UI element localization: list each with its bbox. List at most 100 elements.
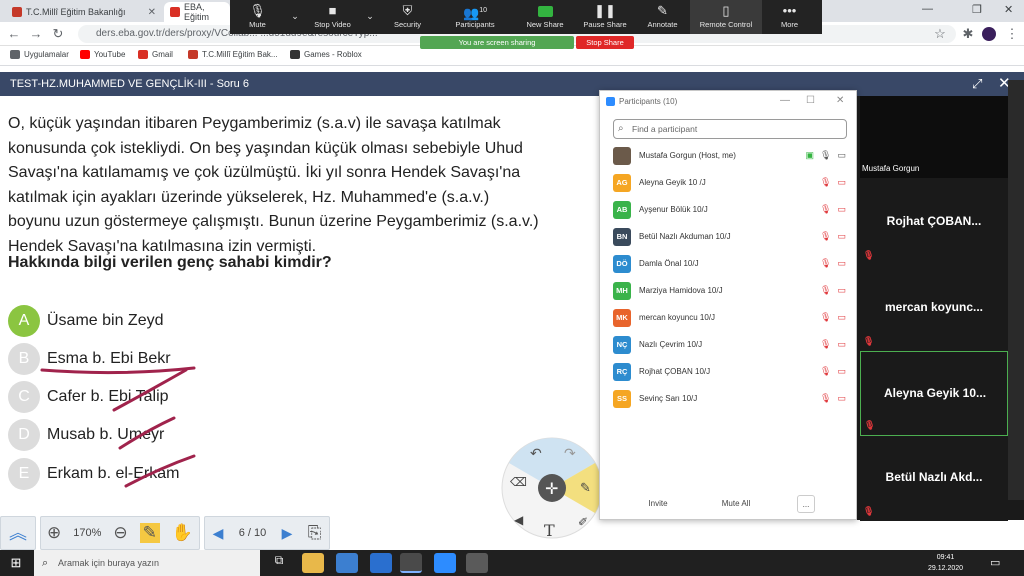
- new-share-button[interactable]: New Share: [515, 0, 575, 34]
- bookmark-apps[interactable]: Uygulamalar: [10, 50, 69, 59]
- forward-arrow-icon[interactable]: →: [28, 26, 44, 42]
- zoom-level: 170%: [73, 527, 102, 539]
- browser-tab-active[interactable]: EBA, Eğitim: [164, 2, 230, 22]
- participant-row[interactable]: BN Betül Nazlı Akduman 10/J 🎙 ▭: [600, 223, 856, 250]
- hand-icon[interactable]: ✋: [172, 523, 193, 543]
- add-page-icon[interactable]: ⎘: [308, 523, 322, 543]
- option-text: Erkam b. el-Erkam: [47, 465, 180, 482]
- participant-row[interactable]: SS Sevinç Sarı 10/J 🎙 ▭: [600, 385, 856, 412]
- video-tile-active[interactable]: Aleyna Geyik 10... 🎙: [860, 351, 1008, 436]
- video-tile[interactable]: Rojhat ÇOBAN... 🎙: [860, 180, 1008, 265]
- pause-share-button[interactable]: ❚❚ Pause Share: [575, 0, 635, 34]
- next-page-icon[interactable]: ▶: [282, 525, 293, 542]
- annotate-button[interactable]: ✎ Annotate: [635, 0, 690, 34]
- taskbar-clock[interactable]: 09:41 29.12.2020: [928, 552, 963, 574]
- option-letter: B: [8, 343, 40, 375]
- annotation-tool-wheel[interactable]: ↶ ↷ ✎ ⌫ ◀ T ✐ ✛: [500, 436, 604, 540]
- video-tile[interactable]: mercan koyunc... 🎙: [860, 266, 1008, 351]
- mute-button[interactable]: 🎙 Mute: [230, 0, 285, 34]
- avatar: DÖ: [613, 254, 631, 273]
- video-strip-scrollbar[interactable]: [1008, 80, 1024, 500]
- mail-icon[interactable]: [370, 553, 392, 573]
- participant-search-input[interactable]: Find a participant: [613, 119, 847, 139]
- mic-muted-icon: 🎙: [820, 339, 832, 349]
- remote-control-button[interactable]: ▯ Remote Control: [690, 0, 762, 34]
- participant-name: Rojhat ÇOBAN 10/J: [639, 367, 711, 376]
- invite-button[interactable]: Invite: [640, 495, 676, 513]
- more-dots-icon: •••: [782, 3, 797, 18]
- more-button[interactable]: ••• More: [762, 0, 817, 34]
- tile-name: mercan koyunc...: [884, 300, 984, 314]
- bookmark-meb[interactable]: T.C.Millî Eğitim Bak...: [188, 50, 278, 59]
- participant-name: mercan koyuncu 10/J: [639, 313, 716, 322]
- task-view-icon[interactable]: ⧉: [268, 553, 290, 573]
- security-button[interactable]: ⛨ Security: [380, 0, 435, 34]
- camera-off-icon: ▭: [837, 393, 846, 403]
- fullscreen-icon[interactable]: ⤢: [972, 76, 982, 92]
- zoom-in-icon[interactable]: ⊕: [47, 523, 61, 543]
- pencil-icon[interactable]: ✎: [139, 523, 160, 543]
- window-close-icon[interactable]: ✕: [1004, 3, 1013, 16]
- zoom-app-icon[interactable]: [434, 553, 456, 573]
- participant-row[interactable]: DÖ Damla Önal 10/J 🎙 ▭: [600, 250, 856, 277]
- participant-row[interactable]: RÇ Rojhat ÇOBAN 10/J 🎙 ▭: [600, 358, 856, 385]
- video-tile[interactable]: Betül Nazlı Akd... 🎙: [860, 436, 1008, 521]
- bookmark-star-icon[interactable]: ☆: [932, 26, 948, 42]
- maximize-icon[interactable]: ☐: [806, 95, 815, 106]
- menu-dots-icon[interactable]: ⋮: [1004, 26, 1020, 42]
- participant-row[interactable]: MH Marziya Hamidova 10/J 🎙 ▭: [600, 277, 856, 304]
- participant-row-host[interactable]: Mustafa Gorgun (Host, me) ▣ 🎙 ▭: [600, 142, 856, 169]
- notifications-icon[interactable]: ▭: [990, 556, 1000, 569]
- bookmarks-bar: Uygulamalar YouTube Gmail T.C.Millî Eğit…: [0, 46, 1024, 66]
- participant-status: 🎙 ▭: [820, 177, 846, 188]
- participant-row[interactable]: AG Aleyna Geyik 10 /J 🎙 ▭: [600, 169, 856, 196]
- video-options-caret[interactable]: ⌄: [360, 0, 380, 34]
- share-screen-icon: [515, 3, 575, 20]
- profile-avatar[interactable]: [982, 27, 996, 41]
- window-minimize-icon[interactable]: —: [922, 3, 933, 15]
- bookmark-youtube[interactable]: YouTube: [80, 50, 125, 59]
- window-maximize-icon[interactable]: ❐: [972, 3, 982, 16]
- option-a[interactable]: A Üsame bin Zeyd: [8, 304, 428, 338]
- store-icon[interactable]: [336, 553, 358, 573]
- collapse-up-button[interactable]: ︽: [0, 516, 36, 550]
- minimize-icon[interactable]: —: [780, 95, 790, 106]
- participant-row[interactable]: AB Ayşenur Bölük 10/J 🎙 ▭: [600, 196, 856, 223]
- option-d[interactable]: D Musab b. Umeyr: [8, 418, 428, 452]
- windows-start-icon[interactable]: ⊞: [0, 550, 32, 576]
- mic-muted-icon: 🎙: [863, 336, 875, 346]
- gmail-icon: [138, 50, 148, 59]
- mute-all-button[interactable]: Mute All: [713, 495, 759, 513]
- browser-tab[interactable]: T.C.Millî Eğitim Bakanlığı ✕: [6, 2, 162, 22]
- more-options-button[interactable]: ...: [797, 495, 815, 513]
- participants-button[interactable]: 👥10 Participants: [435, 0, 515, 34]
- bookmark-gmail[interactable]: Gmail: [138, 50, 173, 59]
- taskbar-search-input[interactable]: Aramak için buraya yazın: [34, 550, 260, 576]
- app-icon[interactable]: [466, 553, 488, 573]
- file-explorer-icon[interactable]: [302, 553, 324, 573]
- option-b[interactable]: B Esma b. Ebi Bekr: [8, 342, 428, 376]
- reload-icon[interactable]: ↻: [50, 26, 66, 42]
- pencil-tool-icon: ✐: [578, 515, 588, 529]
- back-arrow-icon[interactable]: ←: [6, 26, 22, 42]
- host-video-tile[interactable]: Mustafa Gorgun: [860, 96, 1008, 178]
- option-c[interactable]: C Cafer b. Ebi Talip: [8, 380, 428, 414]
- participant-row[interactable]: NÇ Nazlı Çevrim 10/J 🎙 ▭: [600, 331, 856, 358]
- bookmark-roblox[interactable]: Games - Roblox: [290, 50, 362, 59]
- extensions-icon[interactable]: ✱: [960, 26, 976, 42]
- close-tab-icon[interactable]: ✕: [148, 7, 156, 18]
- previous-page-icon[interactable]: ◀: [213, 525, 224, 542]
- chrome-icon[interactable]: [400, 553, 422, 573]
- stop-share-button[interactable]: Stop Share: [576, 36, 634, 49]
- zoom-out-icon[interactable]: ⊖: [113, 523, 127, 543]
- close-panel-icon[interactable]: ✕: [836, 95, 844, 106]
- bookmark-label: Games - Roblox: [304, 50, 362, 59]
- option-e[interactable]: E Erkam b. el-Erkam: [8, 457, 428, 491]
- avatar: NÇ: [613, 335, 631, 354]
- mute-options-caret[interactable]: ⌄: [285, 0, 305, 34]
- participant-status: ▣ 🎙 ▭: [806, 150, 846, 161]
- participant-row[interactable]: MK mercan koyuncu 10/J 🎙 ▭: [600, 304, 856, 331]
- participants-title-text: Participants (10): [619, 97, 678, 106]
- mic-muted-icon: 🎙: [820, 312, 832, 322]
- stop-video-button[interactable]: ■ Stop Video: [305, 0, 360, 34]
